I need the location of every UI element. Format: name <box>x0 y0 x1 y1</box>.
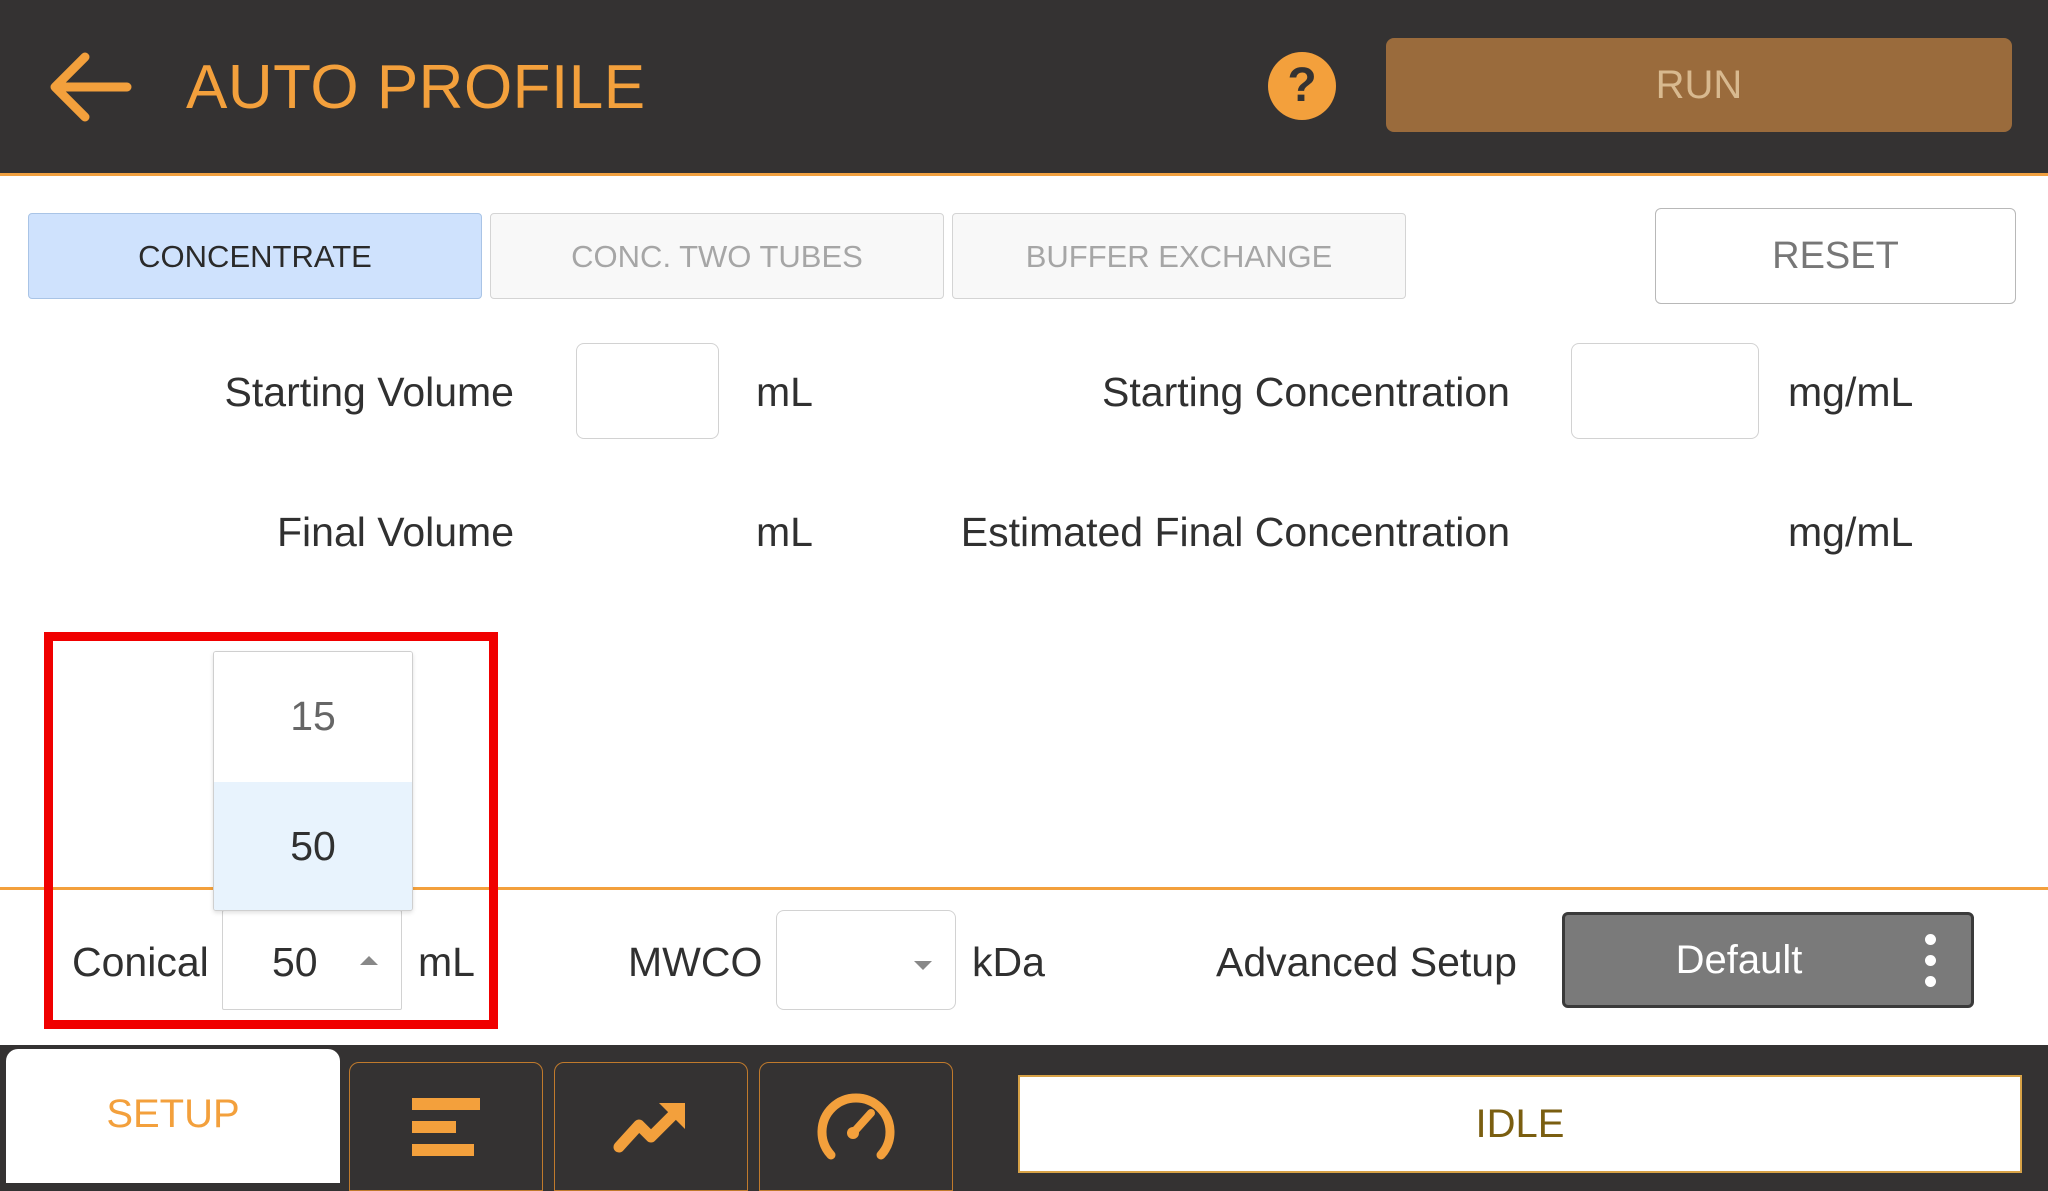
mwco-unit: kDa <box>972 939 1045 985</box>
starting-concentration-input[interactable] <box>1571 343 1759 439</box>
mwco-select[interactable] <box>776 910 956 1010</box>
tab-concentrate[interactable]: CONCENTRATE <box>28 213 482 299</box>
final-volume-unit: mL <box>756 509 813 555</box>
caret-up-icon <box>360 956 378 965</box>
tab-conc-two-tubes[interactable]: CONC. TWO TUBES <box>490 213 944 299</box>
page-title: AUTO PROFILE <box>186 53 646 122</box>
status-display: IDLE <box>1018 1075 2022 1173</box>
nav-list-button[interactable] <box>349 1062 543 1191</box>
starting-concentration-label: Starting Concentration <box>1102 369 1510 415</box>
list-bars-icon <box>412 1097 480 1156</box>
nav-trend-button[interactable] <box>554 1062 748 1191</box>
help-icon[interactable]: ? <box>1268 52 1336 120</box>
caret-down-icon <box>914 961 932 970</box>
conical-dropdown-list: 15 50 <box>213 651 413 911</box>
tab-buffer-exchange[interactable]: BUFFER EXCHANGE <box>952 213 1406 299</box>
gauge-icon <box>817 1093 895 1159</box>
more-vertical-icon[interactable] <box>1922 934 1938 988</box>
conical-selected-value: 50 <box>272 939 318 985</box>
mwco-label: MWCO <box>628 939 763 985</box>
advanced-setup-value: Default <box>1675 938 1803 982</box>
conical-option-50[interactable]: 50 <box>214 782 412 910</box>
trend-arrow-icon <box>613 1102 685 1152</box>
starting-volume-unit: mL <box>756 369 813 415</box>
starting-concentration-unit: mg/mL <box>1788 369 1914 415</box>
back-arrow-icon <box>50 52 132 122</box>
run-button[interactable]: RUN <box>1386 38 2012 132</box>
conical-unit: mL <box>418 939 475 985</box>
conical-option-15[interactable]: 15 <box>214 652 412 780</box>
estimated-final-concentration-unit: mg/mL <box>1788 509 1914 555</box>
final-volume-label: Final Volume <box>276 509 514 555</box>
tab-setup[interactable]: SETUP <box>6 1049 340 1183</box>
advanced-setup-label: Advanced Setup <box>1216 939 1517 985</box>
nav-gauge-button[interactable] <box>759 1062 953 1191</box>
conical-label: Conical <box>72 939 209 985</box>
starting-volume-input[interactable] <box>576 343 719 439</box>
estimated-final-concentration-label: Estimated Final Concentration <box>960 509 1510 555</box>
back-button[interactable] <box>44 44 136 130</box>
reset-button[interactable]: RESET <box>1655 208 2016 304</box>
starting-volume-label: Starting Volume <box>224 369 514 415</box>
